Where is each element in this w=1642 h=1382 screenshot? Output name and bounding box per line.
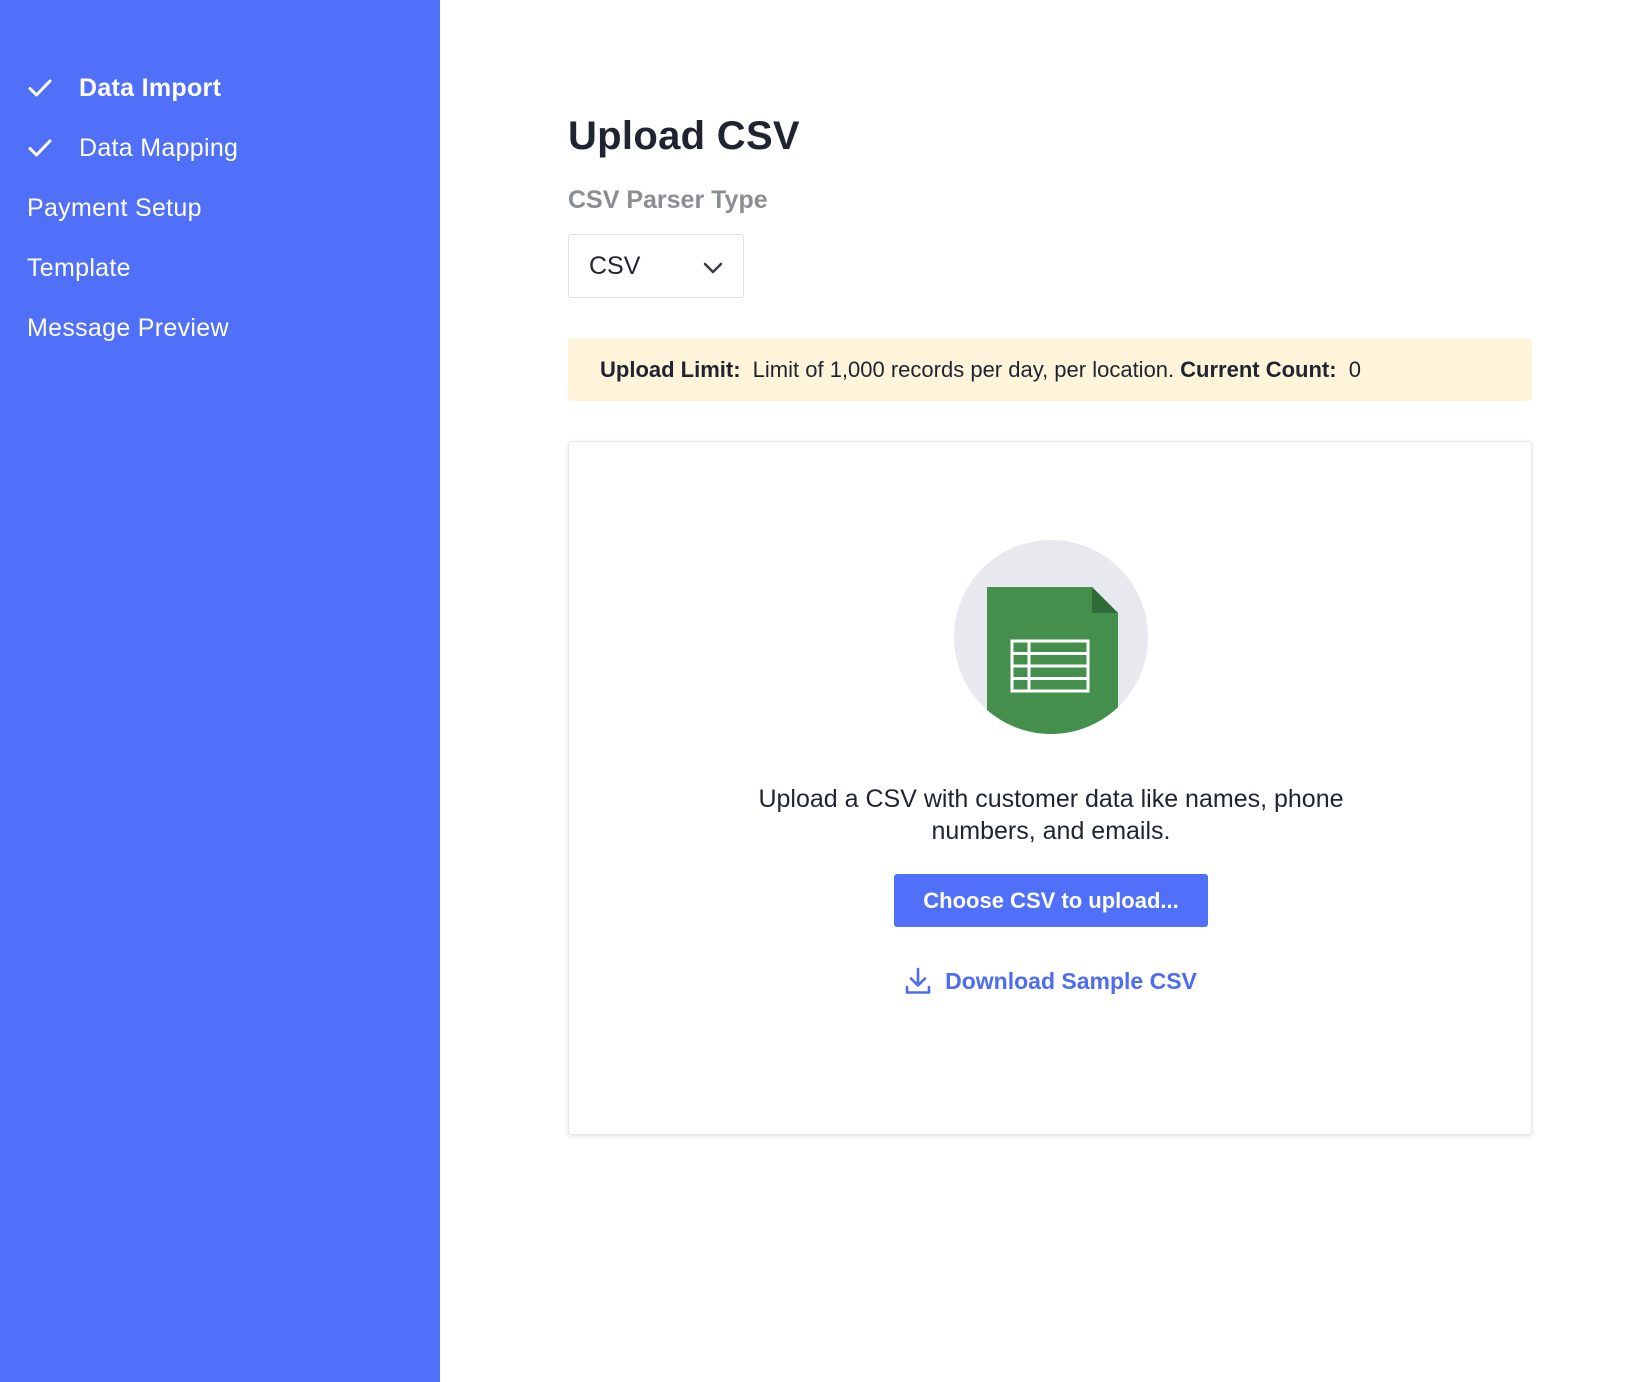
sidebar-item-data-import[interactable]: Data Import xyxy=(0,58,440,118)
sidebar-item-message-preview[interactable]: Message Preview xyxy=(0,298,440,358)
upload-description: Upload a CSV with customer data like nam… xyxy=(569,783,1533,847)
download-icon xyxy=(905,967,931,994)
sidebar-item-label: Template xyxy=(27,253,131,282)
upload-limit-label: Upload Limit: xyxy=(600,356,741,382)
sidebar-item-template[interactable]: Template xyxy=(0,238,440,298)
sidebar-item-label: Data Mapping xyxy=(79,133,239,162)
parser-type-label: CSV Parser Type xyxy=(568,186,768,214)
app: Data Import Data Mapping Payment Setup T… xyxy=(0,0,1642,1382)
check-icon xyxy=(27,75,53,101)
current-count-value: 0 xyxy=(1348,356,1361,382)
download-sample-csv-label: Download Sample CSV xyxy=(945,967,1197,994)
upload-description-text: Upload a CSV with customer data like nam… xyxy=(758,785,1344,845)
step-nav: Data Import Data Mapping Payment Setup T… xyxy=(0,58,440,358)
current-count-label: Current Count: xyxy=(1180,356,1337,382)
sidebar-item-label: Message Preview xyxy=(27,313,229,342)
download-sample-csv-link[interactable]: Download Sample CSV xyxy=(569,967,1533,995)
sidebar-item-data-mapping[interactable]: Data Mapping xyxy=(0,118,440,178)
page-title: Upload CSV xyxy=(568,114,800,158)
spreadsheet-file-icon xyxy=(954,540,1148,734)
sidebar: Data Import Data Mapping Payment Setup T… xyxy=(0,0,440,1382)
upload-dropzone[interactable]: Upload a CSV with customer data like nam… xyxy=(568,441,1532,1135)
parser-type-select[interactable]: CSV xyxy=(568,234,744,298)
chevron-down-icon xyxy=(703,252,723,281)
parser-type-value: CSV xyxy=(589,251,641,280)
choose-csv-button[interactable]: Choose CSV to upload... xyxy=(894,874,1208,927)
check-icon xyxy=(27,135,53,161)
upload-limit-text: Limit of 1,000 records per day, per loca… xyxy=(752,356,1175,382)
upload-limit-notice: Upload Limit: Limit of 1,000 records per… xyxy=(568,338,1532,401)
sidebar-item-payment-setup[interactable]: Payment Setup xyxy=(0,178,440,238)
sidebar-item-label: Data Import xyxy=(79,73,222,102)
sidebar-item-label: Payment Setup xyxy=(27,193,202,222)
